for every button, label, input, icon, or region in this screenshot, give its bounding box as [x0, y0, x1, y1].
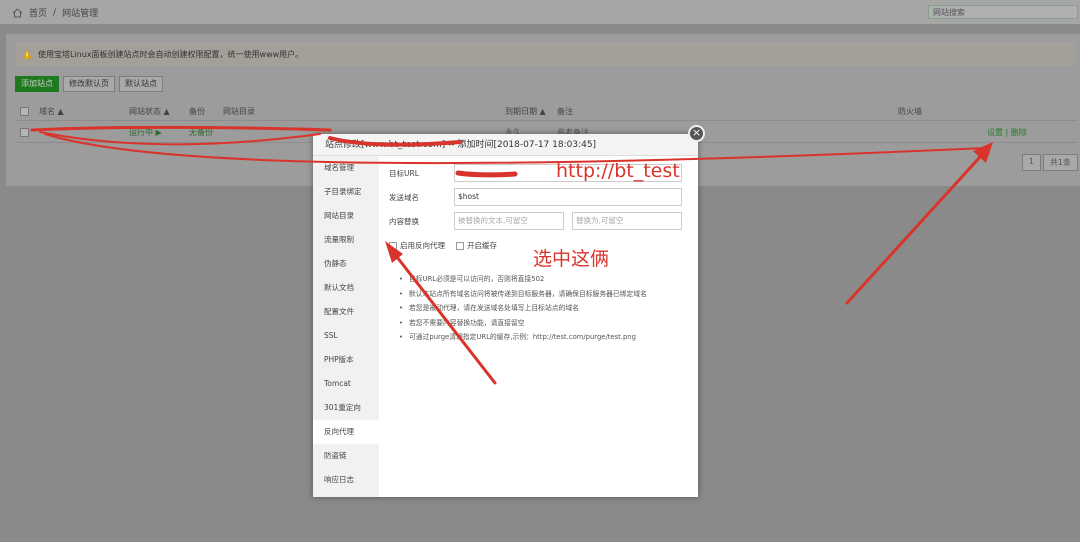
- menu-ssl[interactable]: SSL: [313, 324, 379, 348]
- annotation-url-note: http://bt_test: [556, 160, 680, 182]
- tip-item: 默认本站点所有域名访问将被传递到目标服务器，请确保目标服务器已绑定域名: [399, 287, 699, 302]
- menu-logs[interactable]: 响应日志: [313, 468, 379, 492]
- menu-subdir[interactable]: 子目录绑定: [313, 180, 379, 204]
- replace-row: 内容替换 被替换的文本,可留空 替换为,可留空: [389, 212, 682, 230]
- page-number[interactable]: 1: [1021, 154, 1041, 171]
- tip-item: 若您是被动代理，请在发送域名处填写上目标站点的域名: [399, 301, 699, 316]
- enable-proxy-label[interactable]: 启用反向代理: [400, 240, 445, 251]
- breadcrumb: 首页 / 网站管理: [12, 6, 98, 19]
- tip-item: 可通过purge清理指定URL的缓存,示例：http://test.com/pu…: [399, 330, 699, 345]
- col-note: 备注: [557, 107, 573, 116]
- select-all-checkbox[interactable]: [20, 107, 29, 116]
- enable-cache-label[interactable]: 开启缓存: [467, 240, 497, 251]
- breadcrumb-current: 网站管理: [62, 9, 99, 19]
- warning-icon: [22, 49, 32, 59]
- replace-to-input[interactable]: 替换为,可留空: [572, 212, 682, 230]
- notice-bar: 使用宝塔Linux面板创建站点时会自动创建权限配置，统一使用www用户。: [16, 42, 1076, 66]
- row-backup[interactable]: 无备份: [189, 127, 213, 138]
- site-search-input[interactable]: 网站搜索: [928, 5, 1078, 19]
- home-icon[interactable]: [12, 7, 23, 18]
- replace-from-input[interactable]: 被替换的文本,可留空: [454, 212, 564, 230]
- tip-item: 若您不需要内容替换功能，请直接留空: [399, 316, 699, 331]
- replace-label: 内容替换: [389, 216, 419, 226]
- menu-php-version[interactable]: PHP版本: [313, 348, 379, 372]
- menu-site-dir[interactable]: 网站目录: [313, 204, 379, 228]
- menu-traffic-limit[interactable]: 流量限制: [313, 228, 379, 252]
- menu-default-doc[interactable]: 默认文档: [313, 276, 379, 300]
- site-settings-dialog: 站点修改[www.bt_test.com] -- 添加时间[2018-07-17…: [313, 134, 698, 497]
- close-dialog-button[interactable]: ×: [688, 125, 705, 142]
- edit-default-page-button[interactable]: 修改默认页: [63, 76, 115, 92]
- dialog-title: 站点修改[www.bt_test.com] -- 添加时间[2018-07-17…: [313, 134, 698, 156]
- menu-hotlink[interactable]: 防盗链: [313, 444, 379, 468]
- breadcrumb-home[interactable]: 首页: [29, 6, 47, 19]
- menu-domain[interactable]: 域名管理: [313, 156, 379, 180]
- menu-reverse-proxy[interactable]: 反向代理: [313, 420, 379, 444]
- enable-cache-checkbox[interactable]: [456, 241, 464, 250]
- options-row: 启用反向代理 开启缓存: [389, 240, 497, 251]
- page-total: 共1条: [1042, 154, 1078, 171]
- send-domain-input[interactable]: $host: [454, 188, 682, 206]
- menu-tomcat[interactable]: Tomcat: [313, 372, 379, 396]
- breadcrumb-separator: /: [53, 7, 57, 18]
- col-expire[interactable]: 到期日期 ▲: [505, 106, 546, 117]
- menu-redirect[interactable]: 301重定向: [313, 396, 379, 420]
- col-backup: 备份: [189, 107, 205, 116]
- col-firewall: 防火墙: [898, 107, 922, 116]
- row-status[interactable]: 运行中 ▶: [129, 127, 162, 138]
- menu-rewrite[interactable]: 伪静态: [313, 252, 379, 276]
- row-actions[interactable]: 设置 | 删除: [987, 127, 1027, 138]
- pagination: 1 共1条: [1021, 154, 1078, 171]
- settings-menu: 域名管理 子目录绑定 网站目录 流量限制 伪静态 默认文档 配置文件 SSL P…: [313, 156, 379, 497]
- tip-item: 目标URL必须是可以访问的，否则将直接502: [399, 272, 699, 287]
- help-tips: 目标URL必须是可以访问的，否则将直接502 默认本站点所有域名访问将被传递到目…: [399, 272, 699, 345]
- enable-proxy-checkbox[interactable]: [389, 241, 397, 250]
- col-root: 网站目录: [223, 107, 255, 116]
- col-status[interactable]: 网站状态 ▲: [129, 106, 170, 117]
- send-domain-row: 发送域名 $host: [389, 188, 682, 206]
- menu-config-file[interactable]: 配置文件: [313, 300, 379, 324]
- toolbar: 添加站点 修改默认页 默认站点: [15, 76, 163, 92]
- row-checkbox[interactable]: [20, 128, 29, 137]
- annotation-select-note: 选中这俩: [533, 248, 610, 270]
- send-domain-label: 发送域名: [389, 192, 419, 202]
- target-url-label: 目标URL: [389, 168, 419, 178]
- col-domain[interactable]: 域名 ▲: [39, 106, 64, 117]
- default-site-button[interactable]: 默认站点: [119, 76, 163, 92]
- top-bar: 首页 / 网站管理 网站搜索: [0, 0, 1080, 24]
- notice-text: 使用宝塔Linux面板创建站点时会自动创建权限配置，统一使用www用户。: [38, 49, 304, 59]
- add-site-button[interactable]: 添加站点: [15, 76, 59, 92]
- table-header: 域名 ▲ 网站状态 ▲ 备份 网站目录 到期日期 ▲ 备注 防火墙: [15, 102, 1077, 121]
